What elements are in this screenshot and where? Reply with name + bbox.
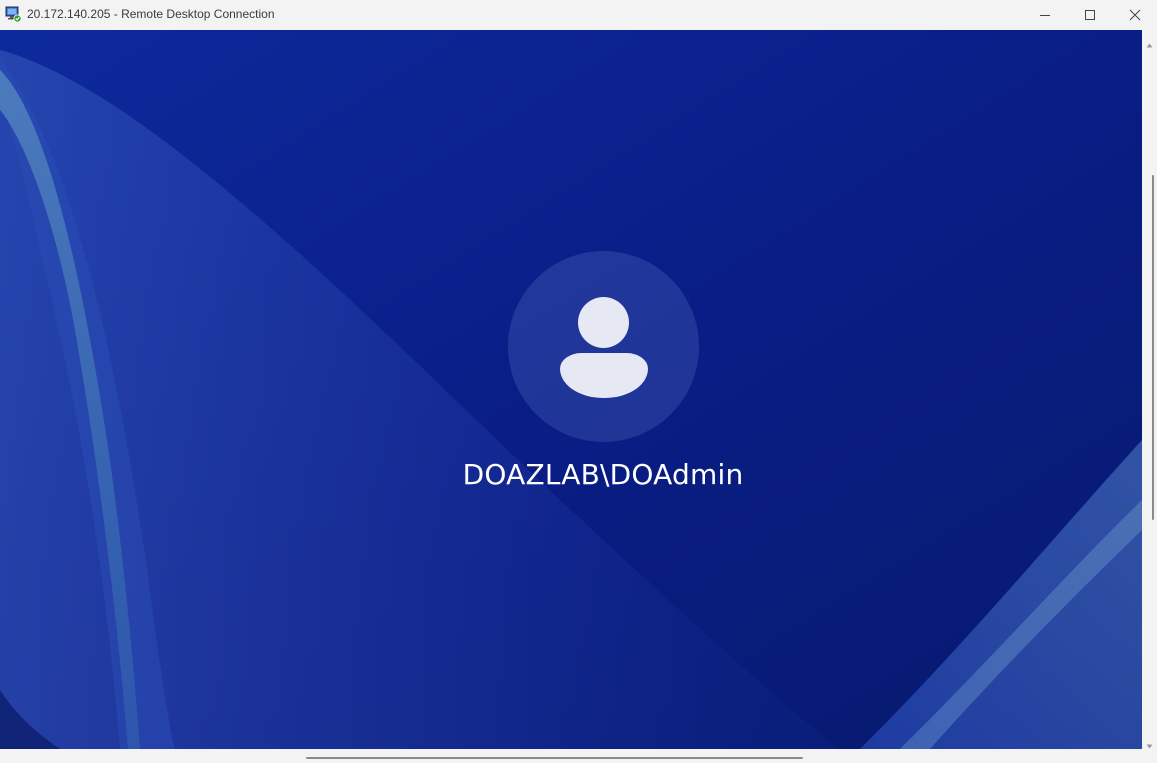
- avatar-head: [578, 297, 629, 348]
- horizontal-scroll-thumb[interactable]: [306, 757, 803, 759]
- vertical-scrollbar[interactable]: [1142, 30, 1157, 749]
- scrollbar-corner: [1142, 749, 1157, 763]
- remote-session-view[interactable]: DOAZLAB\DOAdmin: [0, 30, 1142, 749]
- remote-desktop-window: 20.172.140.205 - Remote Desktop Connecti…: [0, 0, 1157, 763]
- avatar-body: [560, 353, 648, 398]
- remote-desktop-icon[interactable]: [5, 6, 22, 23]
- minimize-button[interactable]: [1022, 0, 1068, 30]
- title-bar[interactable]: 20.172.140.205 - Remote Desktop Connecti…: [0, 0, 1157, 30]
- vertical-scroll-thumb[interactable]: [1152, 175, 1154, 520]
- close-icon: [1129, 9, 1141, 21]
- maximize-icon: [1084, 9, 1096, 21]
- username-label: DOAZLAB\DOAdmin: [462, 458, 744, 491]
- maximize-button[interactable]: [1067, 0, 1113, 30]
- minimize-icon: [1039, 9, 1051, 21]
- window-title: 20.172.140.205 - Remote Desktop Connecti…: [27, 7, 275, 21]
- arrow-up-icon[interactable]: [1146, 35, 1153, 53]
- horizontal-scrollbar[interactable]: [0, 749, 1142, 763]
- user-avatar[interactable]: [508, 251, 699, 442]
- close-button[interactable]: [1112, 0, 1157, 30]
